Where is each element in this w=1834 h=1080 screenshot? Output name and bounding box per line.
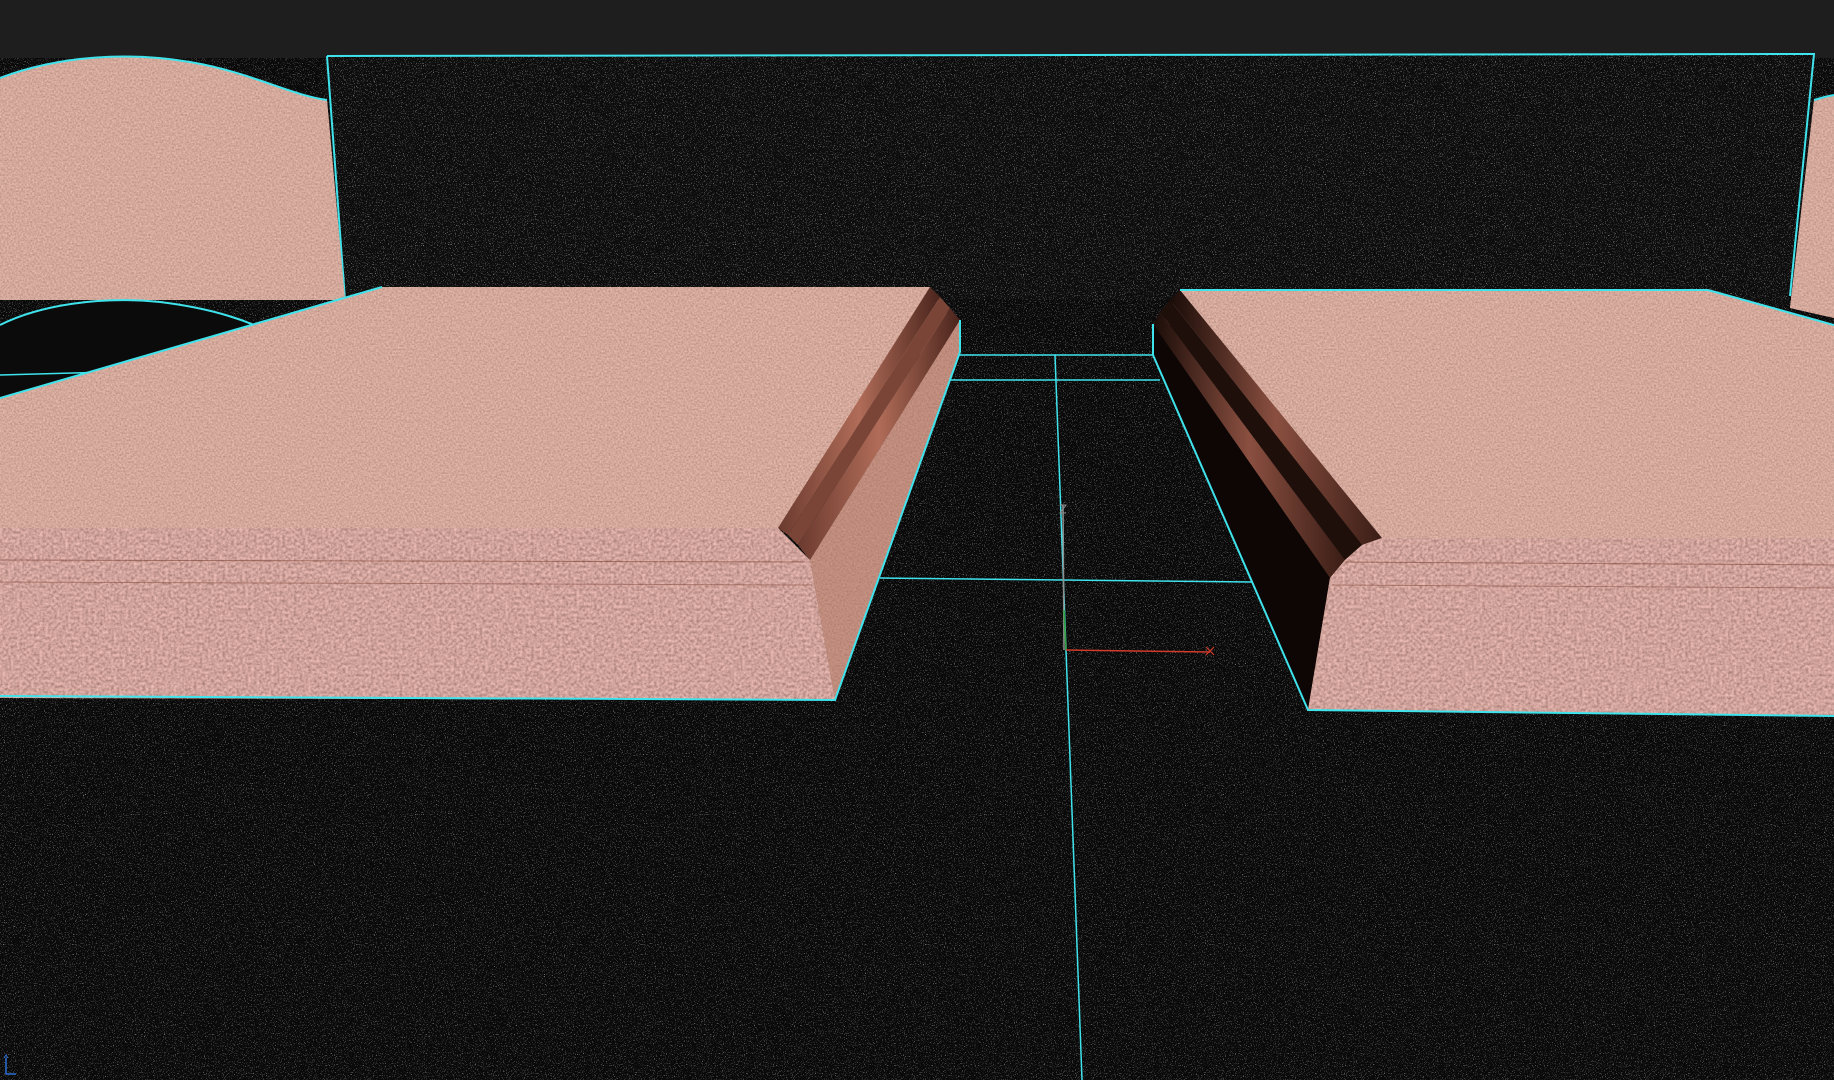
back-wall-black-granite[interactable]	[326, 52, 1816, 301]
gizmo-z-axis[interactable]	[1062, 504, 1065, 651]
viewport-scene[interactable]	[0, 0, 1834, 1080]
3d-viewport[interactable]	[0, 0, 1834, 1080]
view-axis-tripod-icon	[3, 1054, 16, 1075]
viewport-top-strip	[0, 0, 1834, 58]
